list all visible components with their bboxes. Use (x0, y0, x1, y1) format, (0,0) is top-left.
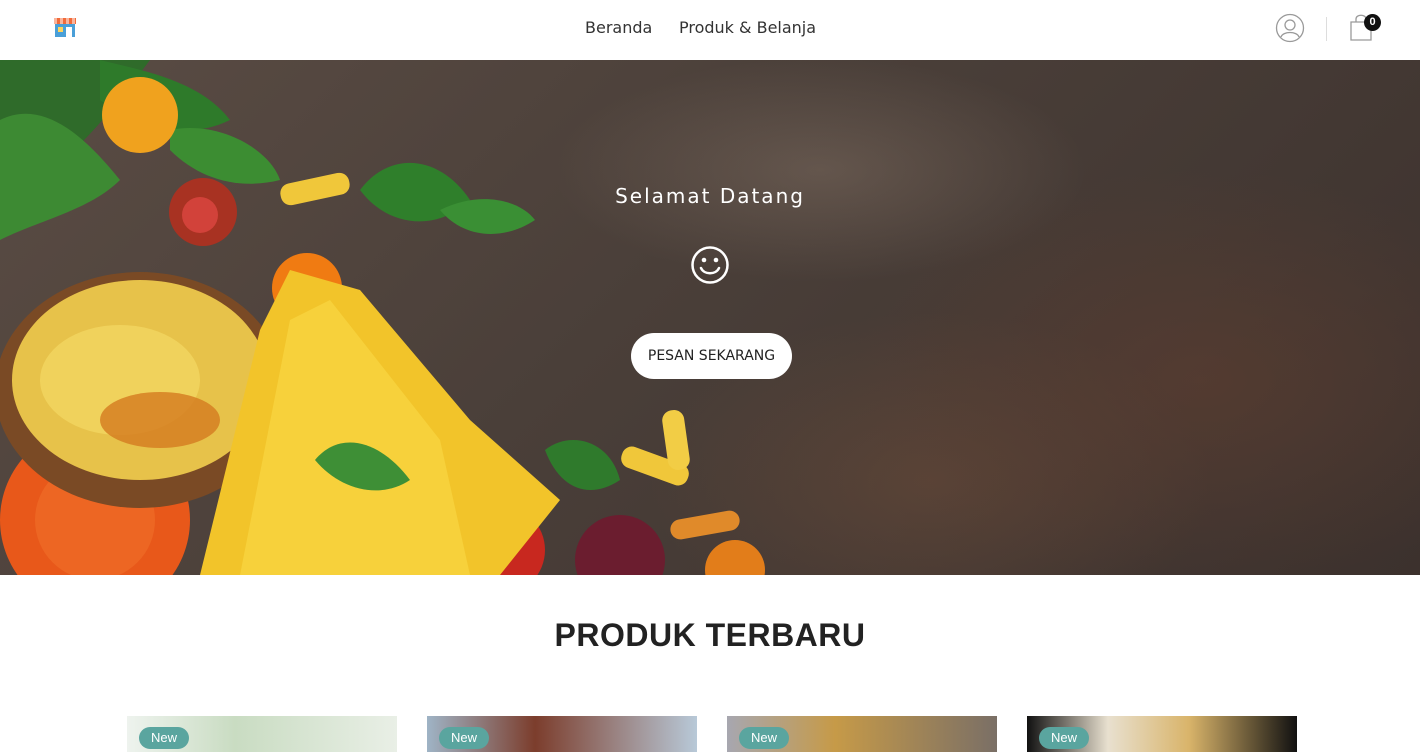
hero-welcome-text: Selamat Datang (615, 184, 805, 208)
header-divider (1326, 17, 1327, 41)
hero-food-image (0, 60, 765, 575)
hero-banner: Selamat Datang PESAN SEKARANG (0, 60, 1420, 575)
shop-icon[interactable] (53, 16, 77, 38)
product-card[interactable]: New (127, 716, 397, 752)
cart-count-badge: 0 (1364, 14, 1381, 31)
nav-beranda[interactable]: Beranda (585, 0, 652, 56)
product-card[interactable]: New (1027, 716, 1297, 752)
new-badge: New (739, 727, 790, 749)
section-title: PRODUK TERBARU (554, 617, 866, 653)
new-badge: New (1039, 727, 1090, 749)
new-badge: New (139, 727, 190, 749)
new-badge: New (439, 727, 490, 749)
site-header: Beranda Produk & Belanja 0 (0, 0, 1420, 60)
product-card[interactable]: New (427, 716, 697, 752)
nav-produk-belanja[interactable]: Produk & Belanja (679, 0, 816, 56)
user-icon[interactable] (1275, 13, 1305, 43)
order-now-button[interactable]: PESAN SEKARANG (631, 333, 792, 379)
smiley-icon (691, 246, 729, 284)
product-card[interactable]: New (727, 716, 997, 752)
